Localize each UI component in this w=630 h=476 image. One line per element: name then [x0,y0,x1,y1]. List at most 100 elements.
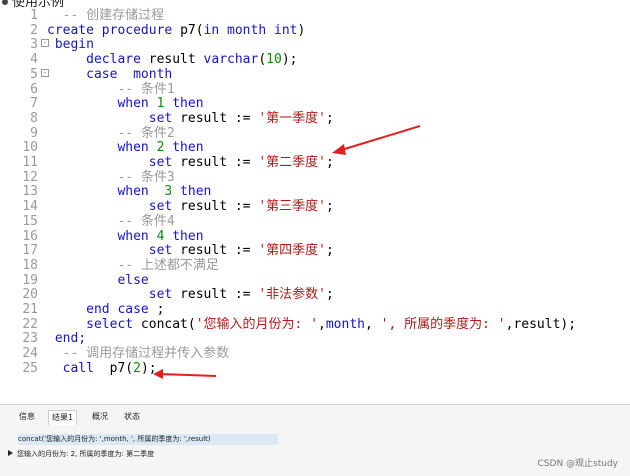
section-heading: 使用示例 [0,0,64,10]
code-text: when 1 then [47,96,203,112]
red-arrow-line11 [332,125,421,155]
code-token: then [164,140,204,156]
code-token: case month [47,66,173,82]
line-number: 5 [30,66,38,82]
line-number: 22 [22,316,38,332]
code-line-8[interactable]: 8 set result := '第一季度'; [0,110,630,127]
code-line-25[interactable]: 25 call p7(2); [0,360,630,377]
code-line-13[interactable]: 13 when 3 then [0,185,630,200]
bullet-icon [2,0,8,5]
code-token: -- 上述都不满足 [47,257,219,273]
tab-状态[interactable]: 状态 [121,410,143,424]
code-line-7[interactable]: 7 when 1 then [0,96,630,112]
code-text: declare result varchar(10); [47,52,297,68]
red-arrow-line25 [153,369,217,379]
code-token: -- 条件2 [47,125,175,141]
code-line-17[interactable]: 17 set result := '第四季度'; [0,243,630,259]
code-line-22[interactable]: 22 select concat('您输入的月份为: ',month, ', 所… [0,316,630,333]
code-token: ; [156,302,165,317]
line-number: 15 [22,213,38,229]
line-number: 17 [22,243,38,259]
code-text: set result := '第三季度'; [47,199,334,215]
code-token: ,result); [505,316,577,332]
code-token: p7( [101,360,134,376]
code-token: set [47,110,181,126]
line-number: 20 [22,287,38,303]
line-number: 2 [30,22,38,38]
code-token: -- 创建存储过程 [47,8,165,23]
line-number: 25 [22,360,38,376]
line-number: 8 [30,110,38,126]
code-line-12[interactable]: 12 -- 条件3 [0,169,630,186]
code-token: end; [47,331,87,347]
code-line-4[interactable]: 4 declare result varchar(10); [0,52,630,68]
code-line-21[interactable]: 21 end case ; [0,302,630,318]
code-token: '第二季度' [258,155,326,170]
tab-结果1[interactable]: 结果1 [48,410,78,425]
code-text: -- 条件1 [47,82,174,98]
code-token: '第三季度' [258,199,326,215]
code-text: set result := '第二季度'; [47,155,334,171]
code-line-11[interactable]: 11 set result := '第二季度'; [0,155,630,171]
code-text: set result := '第一季度'; [47,110,334,127]
line-number: 21 [22,302,38,317]
code-line-23[interactable]: 23 end; [0,332,630,347]
result-column-header[interactable]: concat('您输入的月份为: ',month, ', 所属的季度为: ',r… [18,434,278,445]
line-number: 24 [22,346,38,362]
code-token: result := [180,199,259,215]
code-text: end; [47,332,86,347]
code-line-2[interactable]: 2 create procedure p7(in month int) [0,22,630,39]
code-line-14[interactable]: 14 set result := '第三季度'; [0,199,630,215]
code-text: -- 创建存储过程 [47,8,165,24]
line-number: 10 [22,140,38,156]
code-line-1[interactable]: 1 -- 创建存储过程 [0,8,630,24]
code-line-9[interactable]: 9 -- 条件2 [0,125,630,142]
code-line-24[interactable]: 24 -- 调用存储过程并传入参数 [0,346,630,362]
code-token: -- 条件4 [47,213,175,229]
code-text: -- 上述都不满足 [47,257,219,274]
code-token: then [172,184,212,200]
code-line-3[interactable]: 3- begin [0,38,630,53]
watermark: CSDN @观止study [537,459,618,469]
code-token: when [47,140,157,156]
code-token: select [47,316,141,332]
code-token: then [164,228,204,244]
line-number: 3 [30,37,38,53]
code-token: when [47,228,157,244]
code-line-6[interactable]: 6 -- 条件1 [0,82,630,98]
line-number: 9 [30,125,38,141]
code-text: begin [47,38,94,53]
row-pointer-icon [8,450,13,456]
code-token: ) [297,22,306,38]
code-token: call [47,360,102,376]
code-text: when 2 then [47,140,204,156]
code-line-5[interactable]: 5- case month [0,66,630,83]
result-row[interactable]: 您输入的月份为: 2, 所属的季度为: 第二季度 [8,449,154,460]
code-token: ( [258,52,267,68]
line-number: 7 [30,96,38,112]
code-token: 2 [133,360,141,376]
code-token: concat( [140,316,196,332]
code-token: '非法参数' [258,287,326,303]
code-token: in month int [203,22,298,38]
code-token: '第一季度' [258,110,326,126]
code-token: set [47,243,181,259]
code-token: else [47,272,149,288]
line-number: 11 [22,155,38,170]
tab-概况[interactable]: 概况 [89,410,111,424]
code-token: -- 条件3 [47,169,175,185]
code-editor[interactable]: 1 -- 创建存储过程 2 create procedure p7(in month… [0,8,630,404]
code-token: when [47,184,165,200]
code-line-18[interactable]: 18 -- 上述都不满足 [0,257,630,274]
line-number: 1 [30,8,38,23]
code-token: end case [47,302,157,317]
line-number: 18 [22,257,38,273]
code-text: case month [47,66,173,83]
code-line-16[interactable]: 16 when 4 then [0,228,630,245]
code-line-10[interactable]: 10 when 2 then [0,140,630,156]
code-line-20[interactable]: 20 set result := '非法参数'; [0,287,630,303]
tab-信息[interactable]: 信息 [16,410,38,424]
code-line-15[interactable]: 15 -- 条件4 [0,213,630,230]
code-text: -- 调用存储过程并传入参数 [47,346,230,362]
code-text: set result := '第四季度'; [47,243,334,259]
